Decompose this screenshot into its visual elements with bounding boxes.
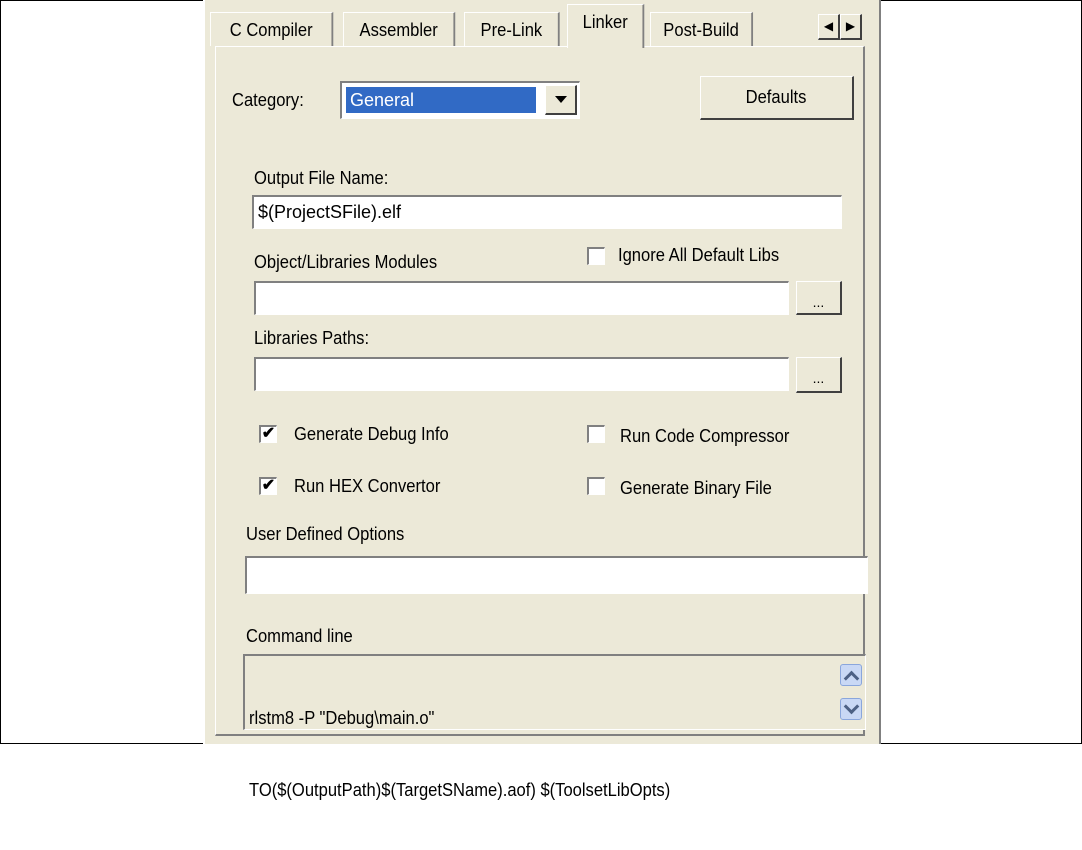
command-line-label: Command line: [246, 626, 353, 646]
object-modules-label: Object/Libraries Modules: [254, 252, 438, 272]
scroll-down-button[interactable]: [840, 698, 862, 720]
defaults-button-label: Defaults: [746, 87, 807, 107]
generate-debug-info-checkbox[interactable]: ✔: [259, 425, 277, 443]
run-hex-convertor-label: Run HEX Convertor: [294, 476, 441, 496]
run-code-compressor-label: Run Code Compressor: [620, 426, 790, 446]
tab-scroll-left-button[interactable]: ◀: [818, 14, 840, 40]
output-file-label: Output File Name:: [254, 168, 389, 188]
run-hex-convertor-checkbox[interactable]: ✔: [259, 477, 277, 495]
category-value: General: [346, 87, 536, 113]
library-paths-input[interactable]: [254, 357, 789, 391]
scroll-up-button[interactable]: [840, 664, 862, 687]
tab-c-compiler[interactable]: C Compiler: [210, 12, 334, 46]
category-label: Category:: [232, 90, 304, 110]
generate-debug-info-label: Generate Debug Info: [294, 424, 449, 444]
library-paths-browse-button[interactable]: ...: [796, 357, 842, 393]
command-line-line: rlstm8 -P "Debug\main.o": [249, 708, 435, 728]
tab-post-build[interactable]: Post-Build: [650, 12, 754, 46]
chevron-up-icon: [843, 670, 860, 687]
generate-binary-file-label: Generate Binary File: [620, 478, 772, 498]
chevron-down-icon: [555, 96, 567, 103]
tab-scroll-right-button[interactable]: ▶: [840, 14, 862, 40]
command-line-text: rlstm8 -P "Debug\main.o" TO($(OutputPath…: [249, 658, 670, 850]
category-dropdown-button[interactable]: [545, 85, 577, 115]
command-line-box[interactable]: rlstm8 -P "Debug\main.o" TO($(OutputPath…: [243, 654, 866, 800]
generate-binary-file-checkbox[interactable]: [587, 477, 605, 495]
tab-pre-link[interactable]: Pre-Link: [464, 12, 560, 46]
user-options-label: User Defined Options: [246, 524, 405, 544]
arrow-left-icon: ◀: [823, 19, 834, 33]
category-select[interactable]: General: [340, 81, 580, 119]
output-file-input[interactable]: $(ProjectSFile).elf: [252, 195, 842, 229]
ignore-default-libs-checkbox[interactable]: [587, 247, 605, 265]
user-options-input[interactable]: [245, 556, 868, 594]
ignore-default-libs-label: Ignore All Default Libs: [618, 245, 780, 265]
library-paths-label: Libraries Paths:: [254, 328, 370, 348]
tab-linker[interactable]: Linker: [567, 4, 645, 48]
command-line-line: TO($(OutputPath)$(TargetSName).aof) $(To…: [249, 780, 671, 800]
panel-edge: [879, 0, 881, 744]
defaults-button[interactable]: Defaults: [700, 76, 854, 120]
object-modules-input[interactable]: [254, 281, 789, 315]
arrow-right-icon: ▶: [845, 19, 856, 33]
run-code-compressor-checkbox[interactable]: [587, 425, 605, 443]
chevron-down-icon: [843, 698, 860, 715]
tab-assembler[interactable]: Assembler: [343, 12, 456, 46]
object-modules-browse-button[interactable]: ...: [796, 281, 842, 315]
